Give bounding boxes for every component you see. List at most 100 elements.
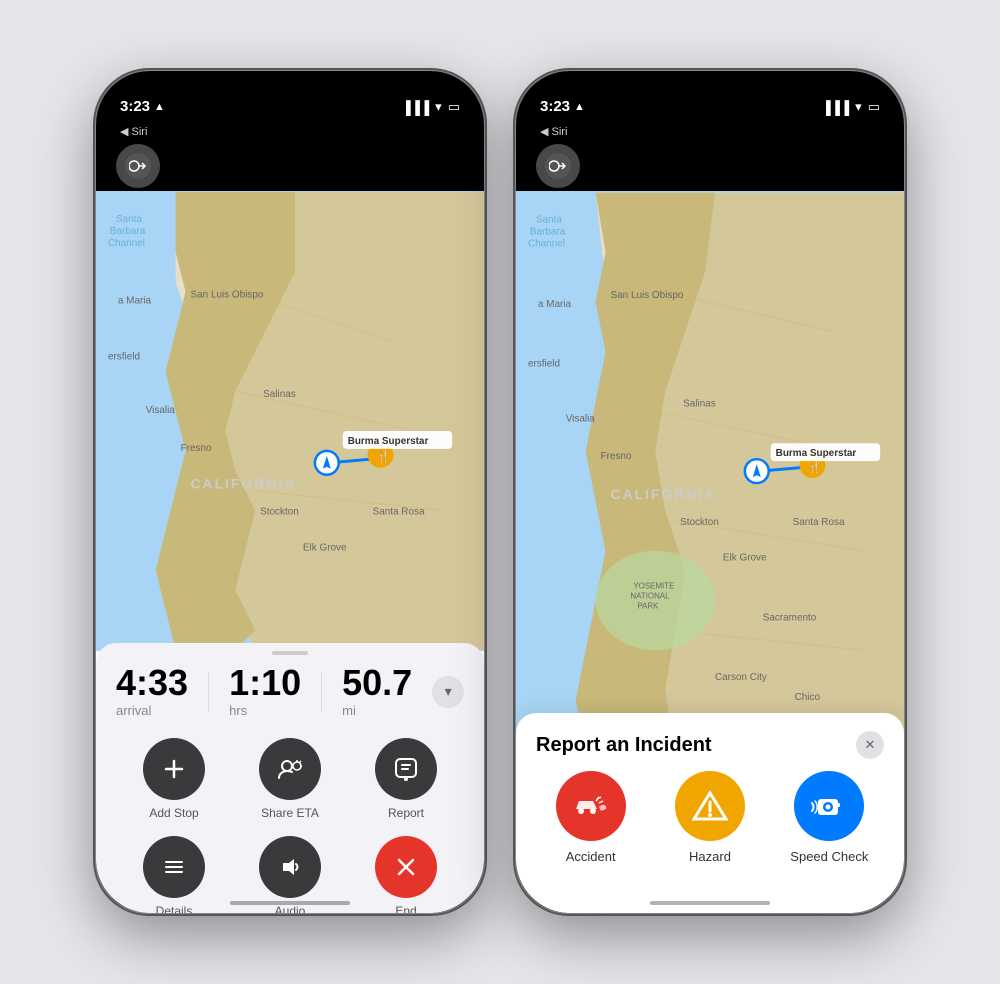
- add-stop-item[interactable]: Add Stop: [116, 738, 232, 820]
- end-button[interactable]: [375, 836, 437, 898]
- svg-text:San Luis Obispo: San Luis Obispo: [191, 290, 264, 301]
- svg-text:Barbara: Barbara: [110, 226, 146, 237]
- phone-2: 3:23 ▲ ▐▐▐ ▾ ▭ ◀ Siri: [515, 70, 905, 914]
- report-button[interactable]: [375, 738, 437, 800]
- svg-text:Salinas: Salinas: [683, 398, 716, 409]
- bottom-panel-1: 4:33 arrival 1:10 hrs 50.7 mi ▾: [96, 643, 484, 913]
- notch-1: [215, 71, 365, 103]
- mi-stat: 50.7 mi: [342, 665, 412, 718]
- add-stop-label: Add Stop: [149, 806, 198, 820]
- details-item[interactable]: Details: [116, 836, 232, 913]
- battery-icon-2: ▭: [868, 99, 880, 115]
- battery-icon-1: ▭: [448, 99, 460, 115]
- svg-text:Carson City: Carson City: [715, 672, 767, 683]
- hrs-stat: 1:10 hrs: [229, 665, 301, 718]
- signal-icon-2: ▐▐▐: [822, 100, 850, 115]
- svg-text:ersfield: ersfield: [108, 351, 140, 362]
- trip-info-1: 4:33 arrival 1:10 hrs 50.7 mi ▾: [96, 665, 484, 730]
- wifi-icon-2: ▾: [855, 99, 862, 115]
- svg-text:Chico: Chico: [795, 692, 821, 703]
- siri-label-2: ◀ Siri: [540, 125, 567, 138]
- audio-button[interactable]: [259, 836, 321, 898]
- status-time-2: 3:23 ▲: [540, 98, 585, 115]
- map-area-1: Santa Barbara Channel a Maria San Luis O…: [96, 191, 484, 651]
- siri-label-1: ◀ Siri: [120, 125, 147, 138]
- svg-text:a Maria: a Maria: [538, 299, 572, 310]
- back-button-1[interactable]: [116, 144, 160, 188]
- status-icons-2: ▐▐▐ ▾ ▭: [822, 99, 880, 115]
- report-label: Report: [388, 806, 424, 820]
- svg-text:CALIFORNIA: CALIFORNIA: [191, 476, 297, 492]
- mi-value: 50.7: [342, 665, 412, 701]
- status-icons-1: ▐▐▐ ▾ ▭: [402, 99, 460, 115]
- svg-text:Santa Rosa: Santa Rosa: [793, 517, 845, 528]
- svg-text:YOSEMITE: YOSEMITE: [633, 582, 674, 591]
- accident-button[interactable]: [556, 771, 626, 841]
- time-display-1: 3:23: [120, 98, 150, 115]
- accident-label: Accident: [566, 849, 616, 864]
- arrival-label: arrival: [116, 703, 188, 718]
- svg-text:Fresno: Fresno: [601, 451, 632, 462]
- svg-text:Barbara: Barbara: [530, 226, 566, 237]
- hazard-button[interactable]: [675, 771, 745, 841]
- svg-text:Sacramento: Sacramento: [763, 612, 817, 623]
- arrival-stat: 4:33 arrival: [116, 665, 188, 718]
- svg-text:ersfield: ersfield: [528, 359, 560, 370]
- svg-text:Salinas: Salinas: [263, 389, 296, 400]
- svg-text:Channel: Channel: [528, 238, 565, 249]
- svg-text:Channel: Channel: [108, 238, 145, 249]
- add-stop-button[interactable]: [143, 738, 205, 800]
- svg-text:a Maria: a Maria: [118, 296, 152, 307]
- svg-text:Stockton: Stockton: [680, 517, 719, 528]
- share-eta-button[interactable]: [259, 738, 321, 800]
- drag-handle-1: [272, 651, 308, 655]
- report-title: Report an Incident: [536, 734, 712, 757]
- speed-check-button[interactable]: [794, 771, 864, 841]
- speed-check-item[interactable]: Speed Check: [775, 771, 884, 864]
- report-item[interactable]: Report: [348, 738, 464, 820]
- back-button-2[interactable]: [536, 144, 580, 188]
- status-time-1: 3:23 ▲: [120, 98, 165, 115]
- notch-2: [635, 71, 785, 103]
- report-panel-2: Report an Incident ✕: [516, 713, 904, 913]
- svg-text:Burma Superstar: Burma Superstar: [348, 436, 429, 447]
- phone-1: 3:23 ▲ ▐▐▐ ▾ ▭ ◀ Siri: [95, 70, 485, 914]
- close-report-button[interactable]: ✕: [856, 731, 884, 759]
- back-icon-2: [545, 153, 571, 179]
- svg-text:🍴: 🍴: [377, 450, 391, 463]
- audio-label: Audio: [275, 904, 306, 913]
- share-eta-item[interactable]: Share ETA: [232, 738, 348, 820]
- siri-bar-2: ◀ Siri: [516, 121, 904, 141]
- speed-check-label: Speed Check: [790, 849, 868, 864]
- hazard-label: Hazard: [689, 849, 731, 864]
- signal-icon-1: ▐▐▐: [402, 100, 430, 115]
- svg-text:Visalia: Visalia: [566, 413, 596, 424]
- svg-text:Fresno: Fresno: [181, 443, 212, 454]
- svg-text:San Luis Obispo: San Luis Obispo: [611, 290, 684, 301]
- screen-1: 3:23 ▲ ▐▐▐ ▾ ▭ ◀ Siri: [96, 71, 484, 913]
- siri-bar-1: ◀ Siri: [96, 121, 484, 141]
- location-arrow-2: ▲: [574, 101, 585, 113]
- back-area-2: [516, 141, 904, 191]
- location-arrow-1: ▲: [154, 101, 165, 113]
- arrival-value: 4:33: [116, 665, 188, 701]
- close-icon: ✕: [865, 737, 876, 753]
- svg-text:Santa: Santa: [116, 214, 142, 225]
- back-icon-1: [125, 153, 151, 179]
- details-label: Details: [156, 904, 193, 913]
- details-button[interactable]: [143, 836, 205, 898]
- divider-1: [208, 672, 209, 712]
- home-indicator-1: [230, 901, 350, 905]
- incident-grid: Accident Hazard: [516, 771, 904, 884]
- svg-text:Burma Superstar: Burma Superstar: [776, 448, 857, 459]
- accident-item[interactable]: Accident: [536, 771, 645, 864]
- svg-text:Visalia: Visalia: [146, 405, 176, 416]
- wifi-icon-1: ▾: [435, 99, 442, 115]
- svg-text:Elk Grove: Elk Grove: [303, 542, 347, 553]
- hazard-item[interactable]: Hazard: [655, 771, 764, 864]
- expand-button[interactable]: ▾: [432, 676, 464, 708]
- svg-text:PARK: PARK: [637, 601, 659, 610]
- svg-text:Santa Rosa: Santa Rosa: [373, 507, 425, 518]
- back-area-1: [96, 141, 484, 191]
- end-item[interactable]: End: [348, 836, 464, 913]
